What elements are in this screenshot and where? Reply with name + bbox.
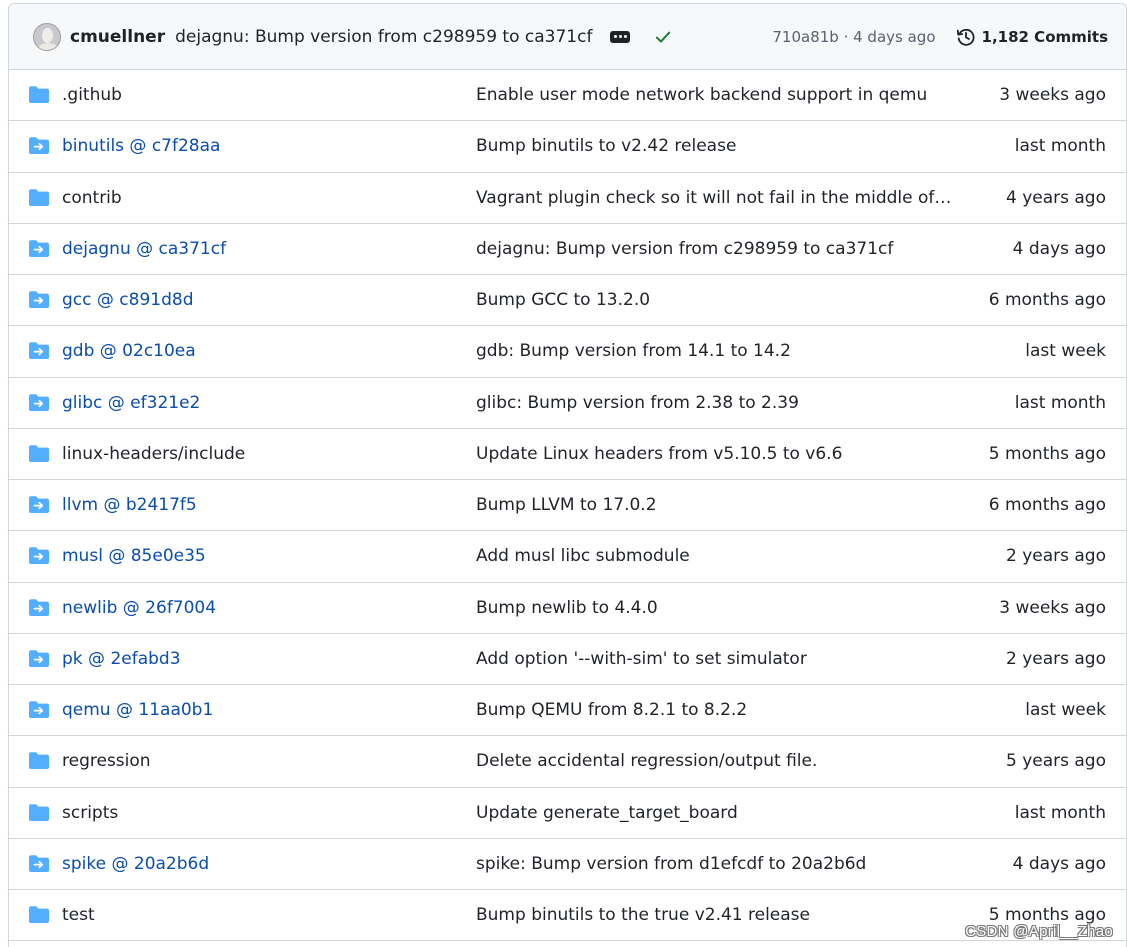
submodule-folder-icon — [29, 598, 49, 616]
commit-age: last month — [1014, 802, 1106, 823]
commit-age: last week — [1025, 700, 1106, 721]
submodule-name-link[interactable]: dejagnu @ ca371cf — [62, 239, 226, 259]
submodule-folder-icon — [29, 547, 49, 565]
submodule-folder-icon — [29, 291, 49, 308]
commit-message-link[interactable]: Bump newlib to 4.4.0 — [476, 598, 956, 618]
submodule-name-link[interactable]: binutils @ c7f28aa — [62, 136, 220, 156]
expand-commit-ellipsis-button[interactable] — [610, 30, 631, 43]
folder-name-link[interactable]: scripts — [62, 803, 118, 823]
folder-icon — [29, 188, 49, 206]
commits-history-link[interactable]: 1,182 Commits — [956, 27, 1108, 47]
commit-message-link[interactable]: Bump GCC to 13.2.0 — [476, 290, 956, 310]
file-row[interactable]: newlib @ 26f7004 Bump newlib to 4.4.0 3 we… — [9, 583, 1126, 634]
commit-age: 5 years ago — [1005, 751, 1106, 772]
file-row[interactable]: test Bump binutils to the true v2.41 rele… — [9, 890, 1126, 942]
commit-age: 5 months ago — [988, 443, 1106, 464]
commit-message-link[interactable]: dejagnu: Bump version from c298959 to ca… — [175, 27, 592, 47]
check-icon[interactable] — [654, 28, 672, 46]
submodule-name-link[interactable]: gdb @ 02c10ea — [62, 341, 196, 361]
commit-message-link[interactable]: dejagnu: Bump version from c298959 to ca… — [476, 239, 956, 259]
file-row[interactable]: .github Enable user mode network backend … — [9, 70, 1126, 122]
commit-message-link[interactable]: Vagrant plugin check so it will not fail… — [476, 188, 956, 208]
commit-message-link[interactable]: Update generate_target_board — [476, 803, 956, 823]
file-row[interactable]: glibc @ ef321e2 glibc: Bump version from … — [9, 378, 1126, 429]
commit-message-link[interactable]: Update Linux headers from v5.10.5 to v6.… — [476, 444, 956, 464]
submodule-name-link[interactable]: glibc @ ef321e2 — [62, 393, 200, 413]
commit-age: last week — [1025, 341, 1106, 362]
file-browser-panel: cmuellner dejagnu: Bump version from c29… — [8, 3, 1127, 947]
folder-icon — [29, 803, 49, 821]
commit-age: 4 days ago — [1012, 238, 1106, 259]
folder-name-link[interactable]: regression — [62, 751, 151, 771]
commit-age: 3 weeks ago — [999, 85, 1106, 106]
commit-message-link[interactable]: Enable user mode network backend support… — [476, 85, 956, 105]
folder-name-link[interactable]: .github — [62, 85, 122, 105]
commit-message-link[interactable]: Bump binutils to the true v2.41 release — [476, 905, 956, 925]
file-row[interactable]: dejagnu @ ca371cf dejagnu: Bump version f… — [9, 224, 1126, 275]
submodule-name-link[interactable]: spike @ 20a2b6d — [62, 854, 209, 874]
commit-message-link[interactable]: Delete accidental regression/output file… — [476, 751, 956, 771]
file-row[interactable]: gcc @ c891d8d Bump GCC to 13.2.0 6 months … — [9, 275, 1126, 327]
commit-age: 2 years ago — [1005, 648, 1106, 669]
file-row[interactable]: contrib Vagrant plugin check so it will n… — [9, 173, 1126, 224]
commit-message-link[interactable]: spike: Bump version from d1efcdf to 20a2… — [476, 854, 956, 874]
commit-message-link[interactable]: Bump binutils to v2.42 release — [476, 136, 956, 156]
commit-age: last month — [1014, 392, 1106, 413]
submodule-folder-icon — [29, 342, 49, 360]
folder-name-link[interactable]: test — [62, 905, 95, 925]
commit-message-link[interactable]: Add musl libc submodule — [476, 546, 956, 566]
commit-message-link[interactable]: Add option '--with-sim' to set simulator — [476, 649, 956, 669]
latest-commit-bar: cmuellner dejagnu: Bump version from c29… — [9, 4, 1126, 70]
file-row[interactable]: regression Delete accidental regression/o… — [9, 736, 1126, 788]
file-row[interactable]: pk @ 2efabd3 Add option '--with-sim' to s… — [9, 634, 1126, 685]
commit-age: 4 days ago — [1012, 853, 1106, 874]
submodule-name-link[interactable]: gcc @ c891d8d — [62, 290, 193, 310]
file-row[interactable]: binutils @ c7f28aa Bump binutils to v2.42… — [9, 121, 1126, 173]
file-row[interactable]: gdb @ 02c10ea gdb: Bump version from 14.1… — [9, 326, 1126, 378]
history-icon — [956, 28, 975, 46]
commit-age: 4 years ago — [1005, 187, 1106, 208]
file-row[interactable]: scripts Update generate_target_board last … — [9, 788, 1126, 839]
folder-icon — [29, 752, 49, 770]
commits-count: 1,182 Commits — [981, 27, 1108, 46]
submodule-folder-icon — [29, 701, 49, 718]
submodule-name-link[interactable]: musl @ 85e0e35 — [62, 546, 206, 566]
commit-age: 3 weeks ago — [999, 597, 1106, 618]
submodule-folder-icon — [29, 239, 49, 257]
file-row[interactable]: musl @ 85e0e35 Add musl libc submodule 2 y… — [9, 531, 1126, 583]
commit-author-link[interactable]: cmuellner — [70, 27, 165, 47]
file-row[interactable]: spike @ 20a2b6d spike: Bump version from … — [9, 839, 1126, 890]
commit-age: 6 months ago — [988, 290, 1106, 311]
folder-name-link[interactable]: contrib — [62, 188, 122, 208]
file-row[interactable]: llvm @ b2417f5 Bump LLVM to 17.0.2 6 month… — [9, 480, 1126, 532]
commit-message-link[interactable]: glibc: Bump version from 2.38 to 2.39 — [476, 393, 956, 413]
submodule-name-link[interactable]: llvm @ b2417f5 — [62, 495, 197, 515]
folder-icon — [29, 86, 49, 103]
submodule-name-link[interactable]: pk @ 2efabd3 — [62, 649, 181, 669]
submodule-folder-icon — [29, 854, 49, 872]
submodule-folder-icon — [29, 496, 49, 513]
commit-age: 6 months ago — [988, 495, 1106, 516]
submodule-folder-icon — [29, 137, 49, 155]
submodule-name-link[interactable]: newlib @ 26f7004 — [62, 598, 216, 618]
commit-message-link[interactable]: Bump LLVM to 17.0.2 — [476, 495, 956, 515]
folder-icon — [29, 906, 49, 923]
folder-icon — [29, 444, 49, 462]
submodule-name-link[interactable]: qemu @ 11aa0b1 — [62, 700, 213, 720]
submodule-folder-icon — [29, 393, 49, 411]
avatar[interactable] — [33, 22, 61, 51]
folder-name-link[interactable]: linux-headers/include — [62, 444, 245, 464]
watermark: CSDN @April__Zhao — [965, 923, 1113, 940]
submodule-folder-icon — [29, 649, 49, 667]
file-row[interactable]: qemu @ 11aa0b1 Bump QEMU from 8.2.1 to 8.… — [9, 685, 1126, 737]
file-list: .github Enable user mode network backend … — [9, 70, 1126, 942]
file-row[interactable]: linux-headers/include Update Linux header… — [9, 429, 1126, 480]
commit-message-link[interactable]: Bump QEMU from 8.2.1 to 8.2.2 — [476, 700, 956, 720]
commit-age: 2 years ago — [1005, 546, 1106, 567]
commit-message-link[interactable]: gdb: Bump version from 14.1 to 14.2 — [476, 341, 956, 361]
commit-age: last month — [1014, 136, 1106, 157]
commit-sha-time[interactable]: 710a81b · 4 days ago — [772, 28, 935, 46]
